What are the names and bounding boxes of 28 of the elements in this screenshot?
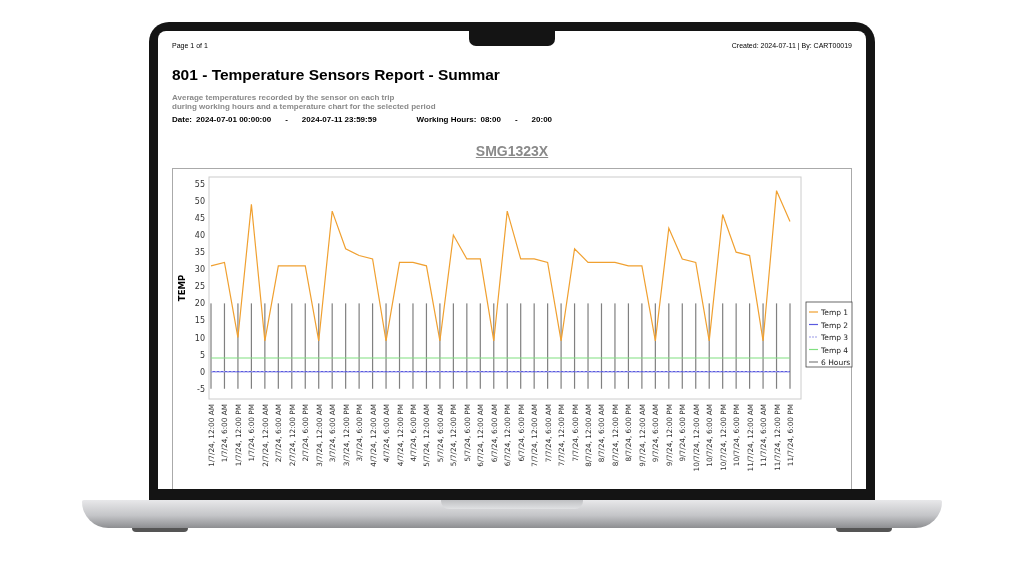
y-tick-label: 50	[194, 196, 205, 206]
y-tick-label: 15	[194, 316, 205, 326]
range-end: 2024-07-11 23:59:59	[301, 115, 377, 124]
y-tick-label: 40	[194, 231, 205, 241]
y-tick-label: 30	[194, 265, 205, 275]
y-tick-label: 20	[194, 299, 205, 309]
range-separator: -	[514, 115, 518, 124]
y-tick-label: 5	[199, 350, 205, 360]
report-description: Average temperatures recorded by the sensor on each trip during working hours and a temperature chart for the selected period	[172, 93, 437, 111]
range-end: 20:00	[531, 115, 553, 124]
range-label: Working Hours:	[416, 115, 477, 124]
laptop-foot	[836, 528, 892, 532]
y-tick-label: 25	[194, 282, 205, 292]
range-label: Date:	[172, 115, 192, 124]
y-axis-title: TEMP	[177, 274, 187, 302]
range-separator: -	[285, 115, 288, 124]
range-start: 08:00	[480, 115, 501, 124]
y-tick-label: 10	[194, 333, 205, 343]
report-title: 801 - Temperature Sensors Report - Summar	[172, 66, 501, 84]
y-tick-label: -5	[197, 384, 205, 394]
y-tick-label: 55	[194, 179, 205, 189]
chart-legend	[805, 301, 853, 368]
range-start: 2024-07-01 00:00:00	[196, 115, 272, 124]
y-tick-label: 35	[194, 248, 205, 258]
laptop-foot	[132, 528, 188, 532]
y-tick-label: 45	[194, 214, 205, 223]
y-tick-label: 0	[199, 367, 205, 377]
vehicle-id: SMG1323X	[475, 143, 549, 159]
